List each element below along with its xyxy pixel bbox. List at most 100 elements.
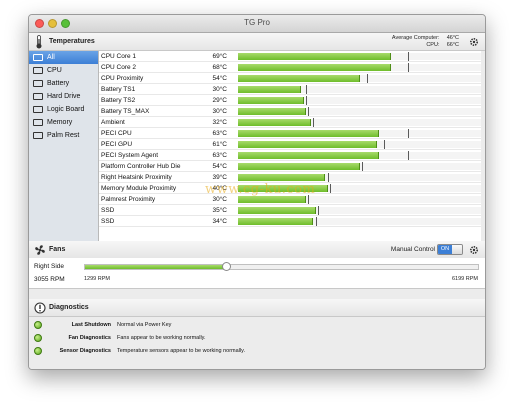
sensor-temp: 30°C xyxy=(212,196,227,203)
temp-bar-fill xyxy=(238,119,311,126)
temp-bar-track xyxy=(238,129,481,138)
sensor-name: Battery TS2 xyxy=(101,97,136,104)
fan-speed-fill xyxy=(85,265,227,269)
sidebar-item-label: All xyxy=(47,54,55,61)
avg-computer-label: Average Computer: xyxy=(391,35,440,41)
max-temp-marker xyxy=(330,184,332,193)
sensor-row[interactable]: CPU Core 2 68°C xyxy=(99,62,481,73)
sensor-row[interactable]: PECI GPU 61°C xyxy=(99,139,481,150)
temp-bar-track xyxy=(238,140,481,149)
sensor-row[interactable]: Ambient 32°C xyxy=(99,117,481,128)
sidebar-item-palm-rest[interactable]: Palm Rest xyxy=(29,129,98,142)
temp-bar-track xyxy=(238,118,481,127)
sensor-temp: 39°C xyxy=(212,174,227,181)
sensor-row[interactable]: Platform Controller Hub Die 54°C xyxy=(99,161,481,172)
temp-bar-track xyxy=(238,162,481,171)
max-temp-marker xyxy=(308,195,310,204)
temp-bar-track xyxy=(238,96,481,105)
max-temp-marker xyxy=(408,52,410,61)
sensor-name: SSD xyxy=(101,207,115,214)
sensor-row[interactable]: SSD 35°C xyxy=(99,205,481,216)
temperatures-title: Temperatures xyxy=(49,38,95,45)
sensor-row[interactable]: Battery TS_MAX 30°C xyxy=(99,106,481,117)
manual-control-label: Manual Control xyxy=(390,246,435,253)
sensor-name: CPU Proximity xyxy=(101,75,144,82)
sensor-name: Platform Controller Hub Die xyxy=(101,163,181,170)
sensor-temp: 63°C xyxy=(212,130,227,137)
temp-bar-fill xyxy=(238,163,360,170)
sensor-temp: 54°C xyxy=(212,163,227,170)
temp-bar-track xyxy=(238,151,481,160)
sensor-name: SSD xyxy=(101,218,115,225)
temp-bar-fill xyxy=(238,185,328,192)
sensor-row[interactable]: PECI CPU 63°C xyxy=(99,128,481,139)
temp-bar-fill xyxy=(238,97,304,104)
diagnostic-row: Fan Diagnostics Fans appear to be working… xyxy=(29,332,485,344)
fans-panel: Right Side 3055 RPM 1299 RPM 6199 RPM xyxy=(29,258,485,289)
fan-speed-slider[interactable] xyxy=(84,262,479,271)
cpu-avg-label: CPU: xyxy=(426,42,440,48)
window-title: TG Pro xyxy=(244,18,270,27)
logic-board-icon xyxy=(33,106,43,113)
temp-bar-track xyxy=(238,74,481,83)
max-temp-marker xyxy=(315,217,317,226)
palm-rest-icon xyxy=(33,132,43,139)
average-readout: Average Computer: 46°C CPU: 66°C xyxy=(392,35,459,49)
sensor-temp: 40°C xyxy=(212,185,227,192)
temp-bar-track xyxy=(238,206,481,215)
status-ok-icon xyxy=(34,347,42,355)
sensor-row[interactable]: CPU Proximity 54°C xyxy=(99,73,481,84)
temp-bar-track xyxy=(238,107,481,116)
status-ok-icon xyxy=(34,334,42,342)
sensor-temp: 61°C xyxy=(212,141,227,148)
max-temp-marker xyxy=(308,107,310,116)
sidebar-item-memory[interactable]: Memory xyxy=(29,116,98,129)
sidebar-item-hard-drive[interactable]: Hard Drive xyxy=(29,90,98,103)
fan-speed-knob[interactable] xyxy=(222,262,232,271)
max-temp-marker xyxy=(408,63,410,72)
temp-bar-fill xyxy=(238,64,392,71)
sensor-row[interactable]: SSD 34°C xyxy=(99,216,481,227)
manual-control-toggle[interactable]: ON xyxy=(437,244,463,255)
sensor-name: Battery TS1 xyxy=(101,86,136,93)
diagnostics-panel: Last Shutdown Normal via Power Key Fan Dia… xyxy=(29,317,485,369)
temp-bar-track xyxy=(238,63,481,72)
temp-bar-fill xyxy=(238,218,314,225)
temp-bar-track xyxy=(238,173,481,182)
sensor-temp: 63°C xyxy=(212,152,227,159)
sidebar-item-all[interactable]: All xyxy=(29,51,98,64)
alert-icon xyxy=(34,302,46,314)
fans-title: Fans xyxy=(49,246,66,253)
toggle-thumb[interactable] xyxy=(452,245,462,254)
max-temp-marker xyxy=(327,173,329,182)
sensor-row[interactable]: Palmrest Proximity 30°C xyxy=(99,194,481,205)
sidebar-item-cpu[interactable]: CPU xyxy=(29,64,98,77)
max-temp-marker xyxy=(306,85,308,94)
sidebar-item-label: Hard Drive xyxy=(47,93,81,100)
sidebar-item-logic-board[interactable]: Logic Board xyxy=(29,103,98,116)
fans-gear-icon[interactable] xyxy=(469,245,479,255)
temp-bar-fill xyxy=(238,174,326,181)
temp-bar-fill xyxy=(238,196,307,203)
sidebar-item-battery[interactable]: Battery xyxy=(29,77,98,90)
status-ok-icon xyxy=(34,321,42,329)
diagnostic-message: Temperature sensors appear to be working… xyxy=(117,348,245,354)
temp-bar-track xyxy=(238,52,481,61)
sensor-name: CPU Core 2 xyxy=(101,64,137,71)
thermometer-icon xyxy=(36,35,42,49)
temperatures-gear-icon[interactable] xyxy=(469,37,479,47)
sidebar-item-label: Palm Rest xyxy=(47,132,80,139)
sensor-name: PECI System Agent xyxy=(101,152,159,159)
sensor-row[interactable]: CPU Core 1 69°C xyxy=(99,51,481,62)
temperatures-header: Temperatures Average Computer: 46°C CPU:… xyxy=(29,33,485,51)
max-temp-marker xyxy=(366,74,368,83)
temp-bar-track xyxy=(238,184,481,193)
sensor-row[interactable]: PECI System Agent 63°C xyxy=(99,150,481,161)
sensor-row[interactable]: Battery TS2 29°C xyxy=(99,95,481,106)
sensor-row[interactable]: Right Heatsink Proximity 39°C xyxy=(99,172,481,183)
sensor-category-sidebar: All CPU Battery Hard Drive Logic Board Memory… xyxy=(29,51,99,243)
diagnostic-message: Normal via Power Key xyxy=(117,322,172,328)
sensor-row[interactable]: Memory Module Proximity 40°C xyxy=(99,183,481,194)
sidebar-item-label: CPU xyxy=(47,67,62,74)
sensor-row[interactable]: Battery TS1 30°C xyxy=(99,84,481,95)
